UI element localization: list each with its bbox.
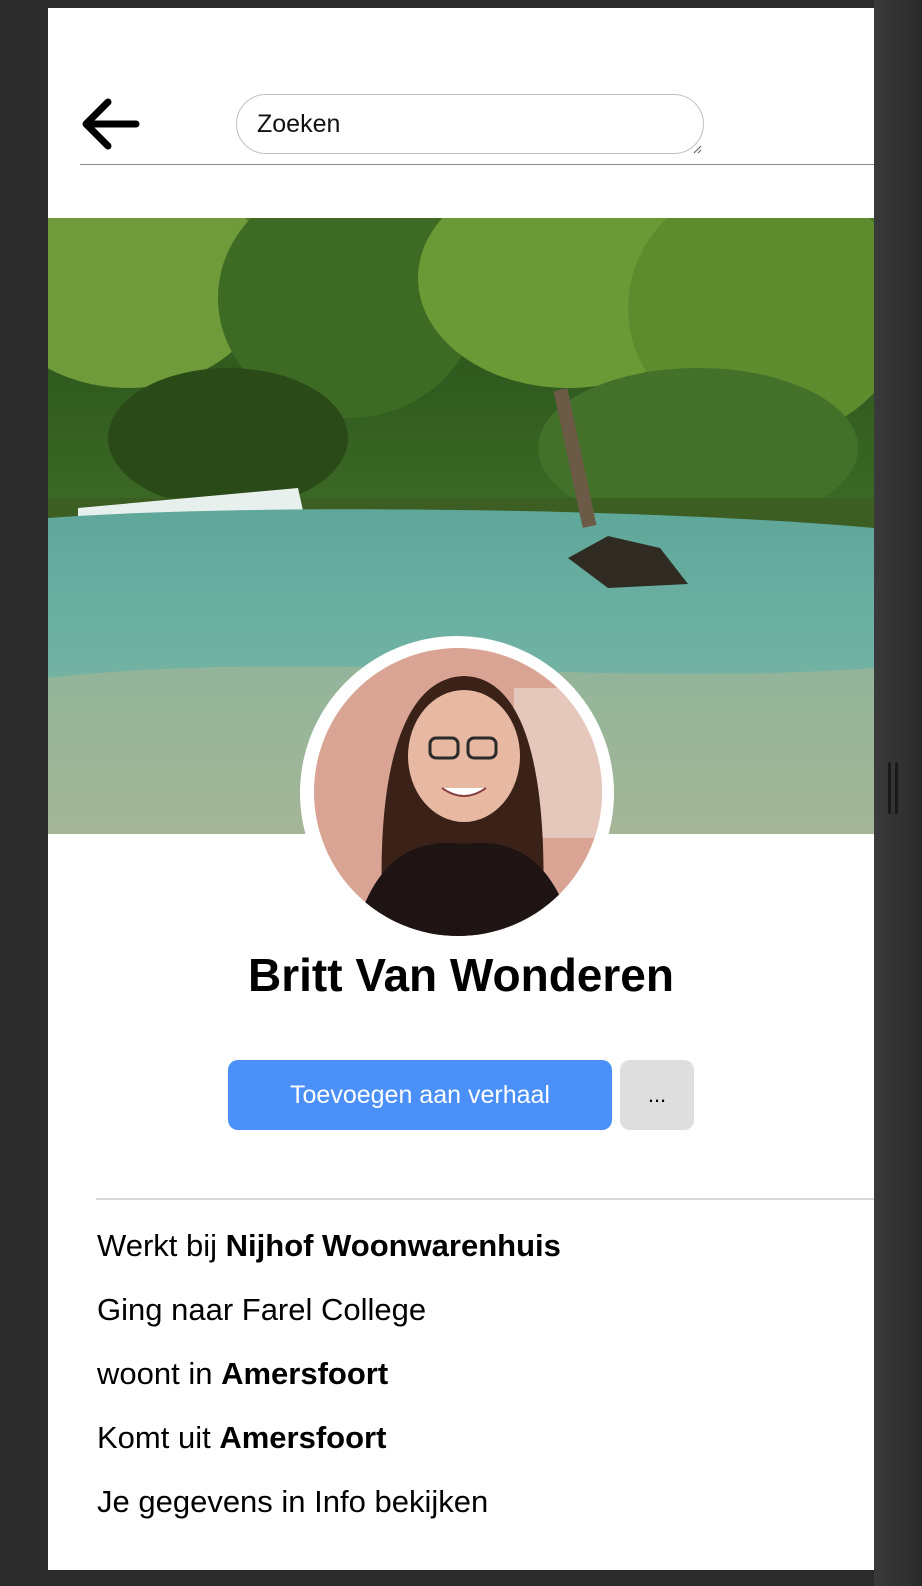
search-input[interactable] bbox=[236, 94, 704, 154]
window-frame bbox=[874, 0, 922, 1586]
profile-page: Britt Van Wonderen Toevoegen aan verhaal… bbox=[48, 8, 874, 1570]
school-info: Ging naar Farel College bbox=[97, 1292, 427, 1327]
work-place[interactable]: Nijhof Woonwarenhuis bbox=[226, 1228, 561, 1263]
lives-city[interactable]: Amersfoort bbox=[221, 1356, 388, 1391]
add-to-story-button[interactable]: Toevoegen aan verhaal bbox=[228, 1060, 612, 1130]
resize-handle[interactable] bbox=[888, 762, 898, 814]
arrow-left-icon bbox=[82, 98, 140, 150]
divider bbox=[96, 1198, 874, 1200]
resize-grip-icon bbox=[693, 145, 702, 154]
more-options-button[interactable]: ... bbox=[620, 1060, 694, 1130]
hometown-city[interactable]: Amersfoort bbox=[219, 1420, 386, 1455]
profile-name: Britt Van Wonderen bbox=[248, 949, 674, 1001]
see-info-link[interactable]: Je gegevens in Info bekijken bbox=[97, 1482, 561, 1546]
work-info: Werkt bij Nijhof Woonwarenhuis bbox=[97, 1228, 561, 1263]
intro-section: Werkt bij Nijhof Woonwarenhuis Ging naar… bbox=[97, 1226, 561, 1546]
top-bar bbox=[80, 8, 874, 165]
avatar[interactable] bbox=[314, 648, 602, 936]
hometown-info: Komt uit Amersfoort bbox=[97, 1420, 387, 1455]
back-button[interactable] bbox=[80, 94, 144, 154]
lives-info: woont in Amersfoort bbox=[97, 1356, 389, 1391]
